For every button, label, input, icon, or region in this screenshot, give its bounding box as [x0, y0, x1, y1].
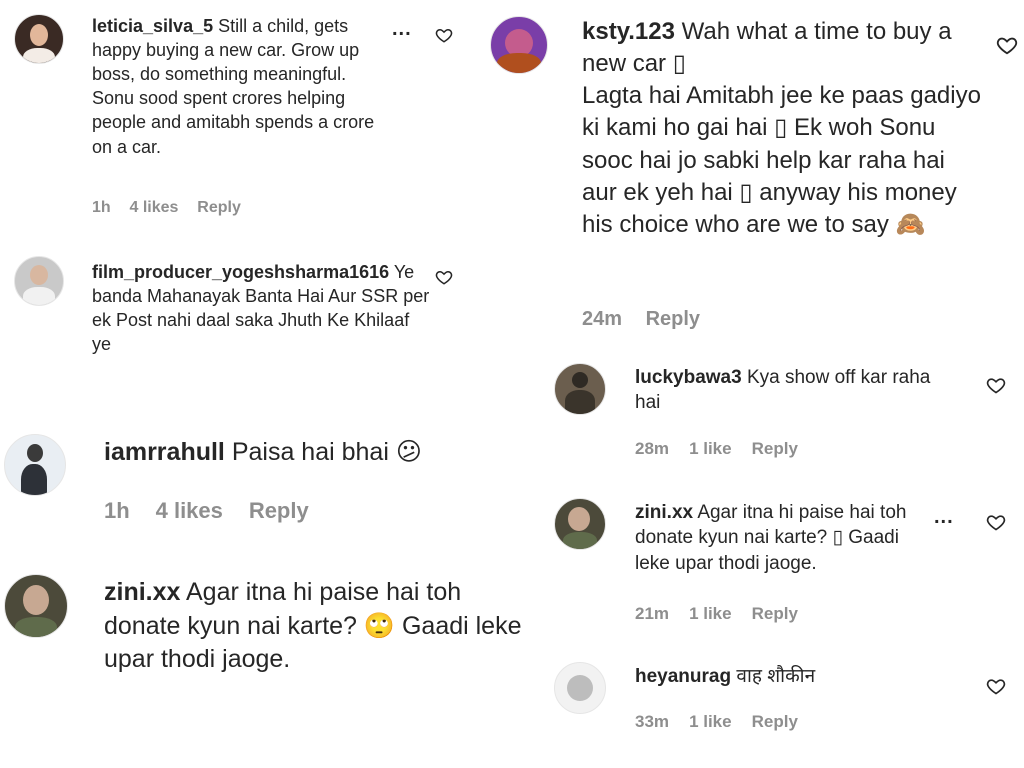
- heart-outline-icon[interactable]: [435, 26, 453, 44]
- comment-meta: 1h 4 likes Reply: [92, 199, 255, 217]
- comment-text: zini.xx Agar itna hi paise hai toh donat…: [104, 576, 524, 677]
- comment-heyanurag: heyanurag वाह शौकीन 33m 1 like Reply: [480, 650, 1024, 760]
- heart-outline-icon[interactable]: [986, 375, 1006, 395]
- username[interactable]: leticia_silva_5: [92, 16, 213, 36]
- reply-button[interactable]: Reply: [197, 199, 241, 216]
- like-count[interactable]: 1 like: [689, 712, 732, 731]
- comment-meta: 28m 1 like Reply: [635, 439, 813, 459]
- timestamp: 21m: [635, 604, 670, 623]
- like-count[interactable]: 4 likes: [130, 199, 179, 216]
- comment-meta: 24m Reply: [582, 308, 718, 331]
- username[interactable]: iamrrahull: [104, 438, 225, 466]
- comment-text: heyanurag वाह शौकीन: [635, 664, 965, 689]
- username[interactable]: heyanurag: [635, 666, 731, 687]
- avatar[interactable]: [554, 498, 606, 550]
- timestamp: 33m: [635, 712, 670, 731]
- username[interactable]: luckybawa3: [635, 367, 742, 388]
- comment-zini-small: zini.xx Agar itna hi paise hai toh donat…: [480, 490, 1024, 640]
- avatar[interactable]: [14, 14, 64, 64]
- timestamp: 24m: [582, 308, 623, 330]
- avatar[interactable]: [490, 16, 548, 74]
- comment-body: वाह शौकीन: [736, 666, 816, 687]
- comment-meta: 33m 1 like Reply: [635, 712, 813, 732]
- username[interactable]: film_producer_yogeshsharma1616: [92, 262, 389, 282]
- reply-button[interactable]: Reply: [646, 308, 700, 330]
- comment-text: iamrrahull Paisa hai bhai 😕: [104, 436, 464, 470]
- reply-button[interactable]: Reply: [249, 498, 309, 523]
- comment-body-continued: Lagta hai Amitabh jee ke paas gadiyo ki …: [582, 82, 981, 238]
- comment-text: ksty.123 Wah what a time to buy a new ca…: [582, 16, 982, 241]
- more-options-icon[interactable]: ...: [392, 18, 412, 41]
- comment-iamrrahull: iamrrahull Paisa hai bhai 😕 1h 4 likes R…: [0, 420, 470, 540]
- heart-outline-icon[interactable]: [986, 512, 1006, 532]
- reply-button[interactable]: Reply: [752, 712, 798, 731]
- avatar[interactable]: [4, 434, 66, 496]
- comment-text: luckybawa3 Kya show off kar raha hai: [635, 365, 935, 416]
- comment-text: leticia_silva_5 Still a child, gets happ…: [92, 14, 392, 159]
- like-count[interactable]: 4 likes: [156, 498, 223, 523]
- avatar[interactable]: [554, 363, 606, 415]
- like-count[interactable]: 1 like: [689, 439, 732, 458]
- comment-film-producer: film_producer_yogeshsharma1616 Ye banda …: [0, 248, 470, 378]
- comment-body: Still a child, gets happy buying a new c…: [92, 16, 375, 157]
- comment-ksty: ksty.123 Wah what a time to buy a new ca…: [480, 0, 1024, 345]
- username[interactable]: zini.xx: [635, 502, 693, 523]
- reply-button[interactable]: Reply: [752, 604, 798, 623]
- username[interactable]: ksty.123: [582, 18, 675, 45]
- heart-outline-icon[interactable]: [435, 268, 453, 286]
- comment-zini-large: zini.xx Agar itna hi paise hai toh donat…: [0, 560, 522, 700]
- comment-text: zini.xx Agar itna hi paise hai toh donat…: [635, 500, 935, 576]
- timestamp: 28m: [635, 439, 670, 458]
- comment-leticia: leticia_silva_5 Still a child, gets happ…: [0, 0, 470, 230]
- timestamp: 1h: [92, 199, 111, 216]
- avatar[interactable]: [554, 662, 606, 714]
- heart-outline-icon[interactable]: [996, 34, 1018, 56]
- comment-luckybawa3: luckybawa3 Kya show off kar raha hai 28m…: [480, 355, 1024, 475]
- username[interactable]: zini.xx: [104, 578, 180, 606]
- comment-meta: 21m 1 like Reply: [635, 604, 813, 624]
- avatar[interactable]: [14, 256, 64, 306]
- more-options-icon[interactable]: ...: [934, 506, 954, 529]
- like-count[interactable]: 1 like: [689, 604, 732, 623]
- comment-meta: 1h 4 likes Reply: [104, 498, 329, 524]
- reply-button[interactable]: Reply: [752, 439, 798, 458]
- timestamp: 1h: [104, 498, 130, 523]
- heart-outline-icon[interactable]: [986, 676, 1006, 696]
- comment-text: film_producer_yogeshsharma1616 Ye banda …: [92, 260, 432, 356]
- avatar[interactable]: [4, 574, 68, 638]
- comment-body: Paisa hai bhai 😕: [231, 438, 422, 466]
